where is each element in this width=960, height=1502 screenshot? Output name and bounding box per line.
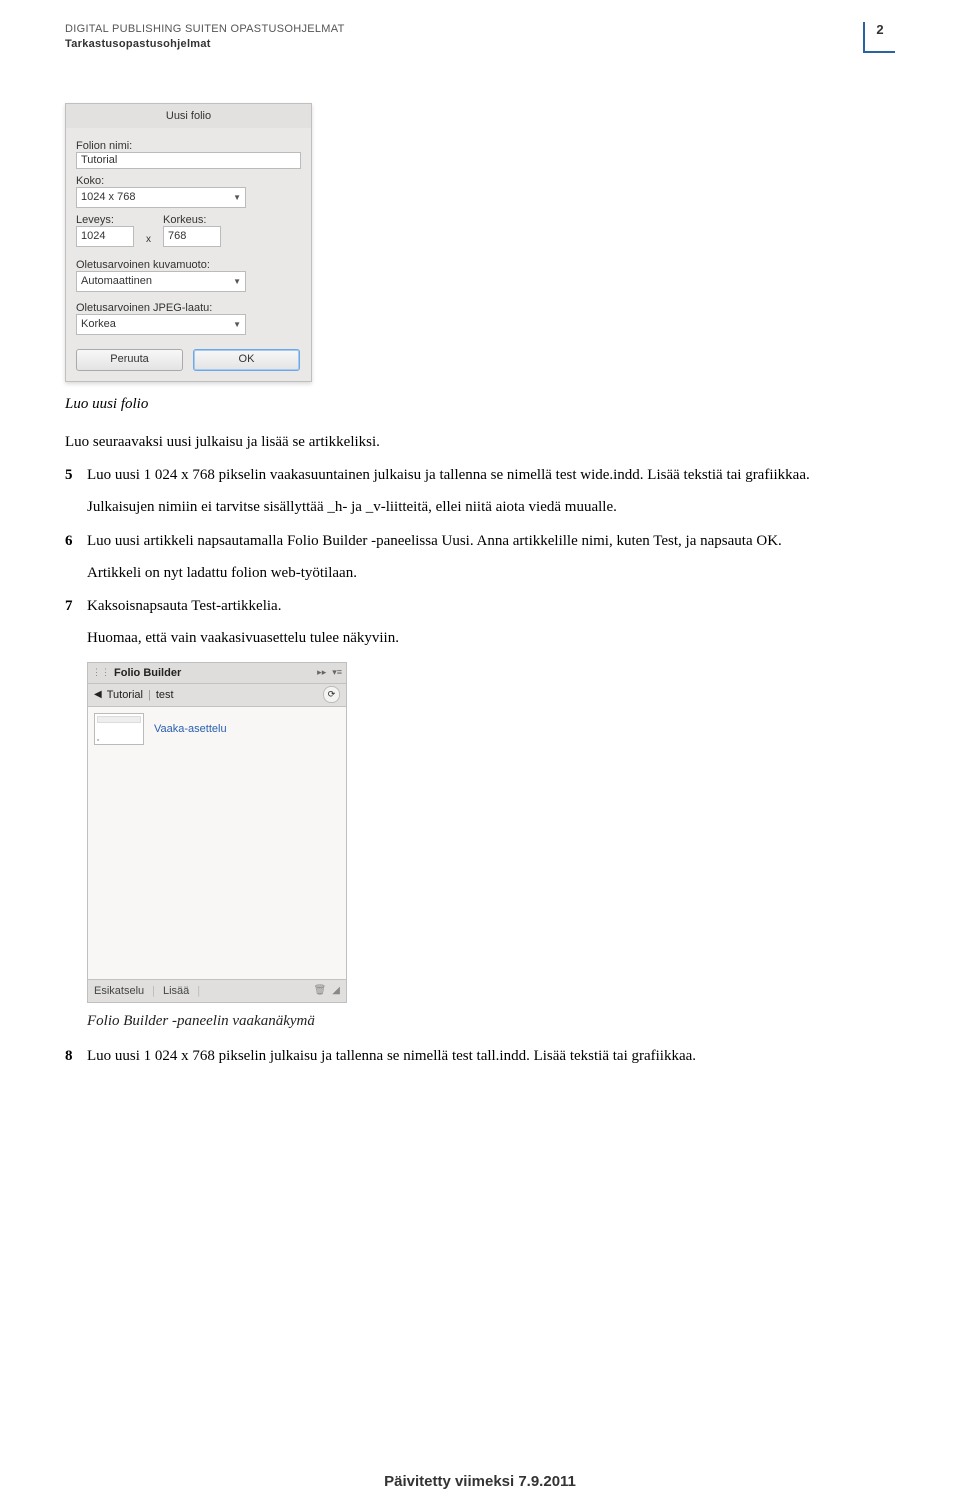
collapse-icon[interactable]: ▸▸ [317,667,326,678]
step-7-text-2: Huomaa, että vain vaakasivuasettelu tule… [87,628,895,650]
header-title: DIGITAL PUBLISHING SUITEN OPASTUSOHJELMA… [65,22,855,37]
select-jpeg-quality-value: Korkea [81,318,116,330]
breadcrumb-article[interactable]: test [156,689,174,701]
step-number: 8 [65,1046,87,1068]
select-image-format-value: Automaattinen [81,275,152,287]
step-8-text: Luo uusi 1 024 x 768 pikselin julkaisu j… [87,1046,895,1068]
panel-menu-icon[interactable]: ▾≡ [332,667,342,678]
chevron-down-icon: ▼ [233,320,241,329]
breadcrumb-separator: | [148,689,151,701]
layout-label: Vaaka-asettelu [154,723,227,735]
chevron-down-icon: ▼ [233,277,241,286]
figure-caption-2: Folio Builder -paneelin vaakanäkymä [87,1013,895,1030]
add-button[interactable]: Lisää [163,985,189,997]
folio-builder-panel: ⋮⋮ Folio Builder ▸▸ ▾≡ ◀ Tutorial | test… [87,662,347,1003]
page-header: DIGITAL PUBLISHING SUITEN OPASTUSOHJELMA… [65,22,895,53]
select-image-format[interactable]: Automaattinen ▼ [76,271,246,292]
step-6-text-2: Artikkeli on nyt ladattu folion web-työt… [87,563,895,585]
step-5: 5 Luo uusi 1 024 x 768 pikselin vaakasuu… [65,465,895,519]
step-number: 5 [65,465,87,519]
label-jpeg-quality: Oletusarvoinen JPEG-laatu: [76,302,301,314]
refresh-icon[interactable]: ⟳ [323,686,340,703]
label-image-format: Oletusarvoinen kuvamuoto: [76,259,301,271]
step-7-text-1: Kaksoisnapsauta Test-artikkelia. [87,596,895,618]
input-height-value: 768 [168,230,186,242]
panel-grip-icon: ⋮⋮ [92,667,110,678]
step-8: 8 Luo uusi 1 024 x 768 pikselin julkaisu… [65,1046,895,1068]
figure-caption-1: Luo uusi folio [65,394,895,416]
back-arrow-icon[interactable]: ◀ [94,689,102,700]
select-jpeg-quality[interactable]: Korkea ▼ [76,314,246,335]
label-size: Koko: [76,175,301,187]
panel-title: Folio Builder [114,667,317,679]
cancel-button[interactable]: Peruuta [76,349,183,371]
ok-button[interactable]: OK [193,349,300,371]
breadcrumb-folio[interactable]: Tutorial [107,689,143,701]
times-symbol: x [144,234,153,247]
input-width-value: 1024 [81,230,105,242]
input-folio-name[interactable]: Tutorial [76,152,301,169]
step-5-text-2: Julkaisujen nimiin ei tarvitse sisällytt… [87,497,895,519]
select-size-value: 1024 x 768 [81,191,135,203]
dialog-title: Uusi folio [66,104,311,128]
input-height[interactable]: 768 [163,226,221,247]
step-6-text-1: Luo uusi artikkeli napsautamalla Folio B… [87,531,895,553]
label-width: Leveys: [76,214,134,226]
new-folio-dialog: Uusi folio Folion nimi: Tutorial Koko: 1… [65,103,312,382]
label-height: Korkeus: [163,214,221,226]
step-6: 6 Luo uusi artikkeli napsautamalla Folio… [65,531,895,585]
header-subtitle: Tarkastusopastusohjelmat [65,37,855,52]
step-7: 7 Kaksoisnapsauta Test-artikkelia. Huoma… [65,596,895,650]
chevron-down-icon: ▼ [233,193,241,202]
trash-icon[interactable]: 🗑 [314,985,327,996]
input-width[interactable]: 1024 [76,226,134,247]
footer-updated: Päivitetty viimeksi 7.9.2011 [0,1473,960,1490]
preview-button[interactable]: Esikatselu [94,985,144,997]
layout-item[interactable]: ■ Vaaka-asettelu [94,713,340,745]
step-number: 7 [65,596,87,650]
step-5-text-1: Luo uusi 1 024 x 768 pikselin vaakasuunt… [87,465,895,487]
page-number: 2 [863,22,895,53]
intro-paragraph: Luo seuraavaksi uusi julkaisu ja lisää s… [65,432,895,454]
layout-thumbnail: ■ [94,713,144,745]
input-folio-name-value: Tutorial [81,154,117,166]
select-size[interactable]: 1024 x 768 ▼ [76,187,246,208]
resize-grip-icon: ◢ [332,985,340,996]
step-number: 6 [65,531,87,585]
label-folio-name: Folion nimi: [76,140,301,152]
